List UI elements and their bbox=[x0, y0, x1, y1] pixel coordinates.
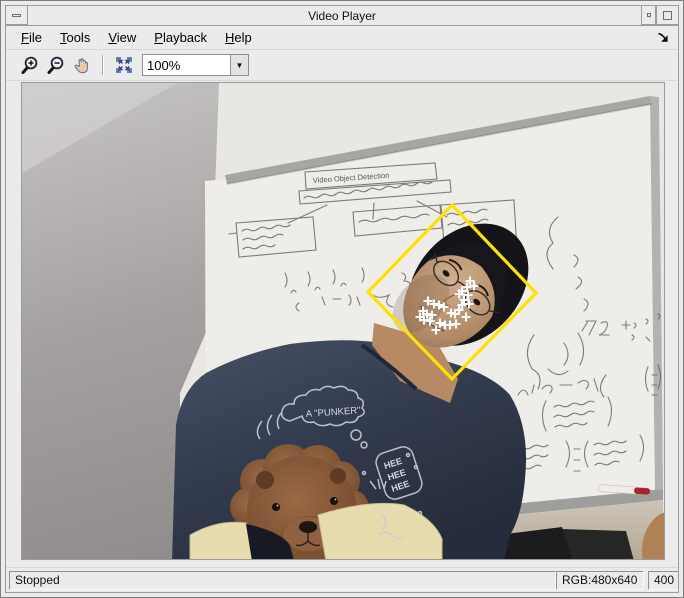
dock-arrow-icon[interactable] bbox=[657, 31, 669, 43]
dark-object-2 bbox=[562, 529, 634, 559]
menu-help[interactable]: Help bbox=[216, 28, 261, 47]
toolbar: ▼ bbox=[6, 50, 678, 81]
menu-tools[interactable]: Tools bbox=[51, 28, 99, 47]
toolbar-separator bbox=[102, 55, 104, 75]
restore-icon bbox=[646, 13, 651, 17]
menu-view[interactable]: View bbox=[99, 28, 145, 47]
status-message: Stopped bbox=[9, 570, 556, 590]
minimize-button[interactable] bbox=[6, 6, 28, 25]
menu-bar: File Tools View Playback Help bbox=[6, 26, 678, 50]
video-row: Video Object Detection A "PUNKER" HEE HE… bbox=[6, 81, 678, 567]
window-title: Video Player bbox=[308, 8, 376, 23]
zoom-in-icon bbox=[21, 56, 38, 74]
zoom-out-icon bbox=[47, 56, 64, 74]
status-bar: Stopped RGB:480x640 400 bbox=[6, 567, 678, 592]
zoom-in-button[interactable] bbox=[18, 53, 42, 77]
pan-tool-button[interactable] bbox=[70, 53, 94, 77]
window-inner-frame: Video Player File Tools View Playback He… bbox=[5, 5, 679, 593]
pan-hand-icon bbox=[74, 58, 88, 74]
fit-to-window-icon bbox=[116, 57, 132, 73]
fit-to-window-button[interactable] bbox=[112, 53, 136, 77]
magnification-dropdown-button[interactable]: ▼ bbox=[230, 54, 249, 76]
zoom-out-button[interactable] bbox=[44, 53, 68, 77]
video-display[interactable]: Video Object Detection A "PUNKER" HEE HE… bbox=[21, 82, 665, 560]
video-player-window: Video Player File Tools View Playback He… bbox=[0, 0, 684, 598]
menu-playback[interactable]: Playback bbox=[145, 28, 216, 47]
magnification-combo: ▼ bbox=[142, 54, 249, 76]
title-bar[interactable]: Video Player bbox=[6, 6, 678, 26]
maximize-icon bbox=[663, 10, 672, 20]
video-frame-image: Video Object Detection A "PUNKER" HEE HE… bbox=[22, 83, 664, 559]
frame-count: 400 bbox=[648, 570, 678, 590]
maximize-button[interactable] bbox=[656, 6, 678, 25]
magnification-input[interactable] bbox=[142, 54, 230, 76]
restore-button[interactable] bbox=[641, 6, 656, 25]
minimize-icon bbox=[12, 13, 21, 17]
menu-file[interactable]: File bbox=[12, 28, 51, 47]
pixel-info: RGB:480x640 bbox=[556, 570, 644, 590]
